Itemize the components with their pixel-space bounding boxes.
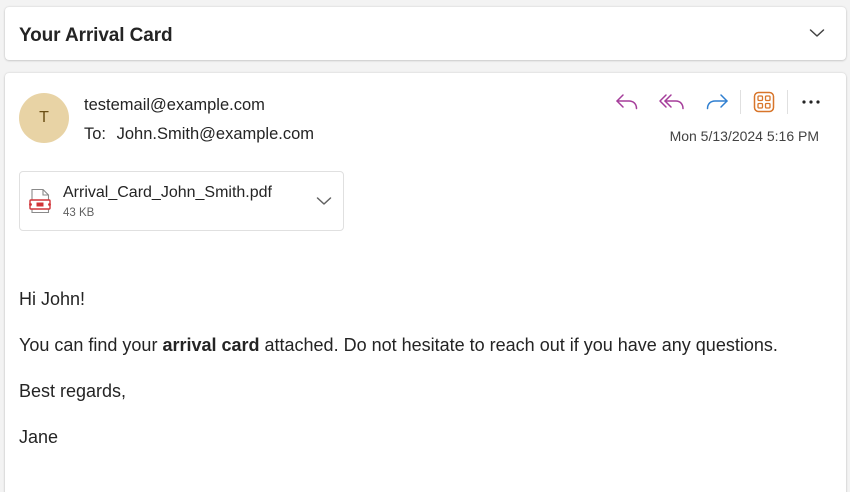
reply-all-button[interactable]	[657, 89, 687, 115]
toolbar-divider	[787, 90, 788, 114]
reply-icon	[616, 94, 638, 110]
recipient-address[interactable]: John.Smith@example.com	[117, 125, 314, 143]
greeting: Hi John!	[19, 289, 86, 309]
body-bold-text: arrival card	[162, 335, 260, 355]
body-text-before: You can find your	[19, 335, 163, 355]
chevron-down-icon[interactable]	[808, 24, 826, 42]
attachment-card[interactable]: Arrival_Card_John_Smith.pdf 43 KB	[19, 171, 344, 231]
more-actions-button[interactable]	[796, 89, 826, 115]
subject-header: Your Arrival Card	[5, 7, 846, 60]
body-paragraph: You can find your arrival card attached.…	[19, 332, 799, 359]
reply-button[interactable]	[612, 89, 642, 115]
attachment-size: 43 KB	[63, 207, 95, 219]
reply-all-icon	[659, 94, 684, 110]
recipient-line: To: John.Smith@example.com	[84, 125, 314, 144]
apps-icon	[753, 91, 775, 113]
pdf-file-icon	[29, 188, 51, 214]
message-body: Hi John! You can find your arrival card …	[19, 286, 799, 451]
message-card: T testemail@example.com To: John.Smith@e…	[5, 73, 846, 492]
chevron-down-icon[interactable]	[315, 192, 333, 210]
sender-address[interactable]: testemail@example.com	[84, 96, 265, 115]
apps-button[interactable]	[749, 89, 779, 115]
to-label: To:	[84, 125, 107, 143]
toolbar-divider	[740, 90, 741, 114]
signature: Jane	[19, 427, 59, 447]
subject-title: Your Arrival Card	[19, 25, 173, 46]
message-actions	[612, 89, 826, 115]
closing: Best regards,	[19, 381, 127, 401]
attachment-name: Arrival_Card_John_Smith.pdf	[63, 184, 272, 201]
more-icon	[802, 100, 820, 104]
avatar[interactable]: T	[19, 93, 69, 143]
forward-button[interactable]	[702, 89, 732, 115]
body-text-after: attached. Do not hesitate to reach out i…	[259, 335, 778, 355]
sent-date: Mon 5/13/2024 5:16 PM	[669, 128, 819, 144]
forward-icon	[706, 94, 728, 110]
